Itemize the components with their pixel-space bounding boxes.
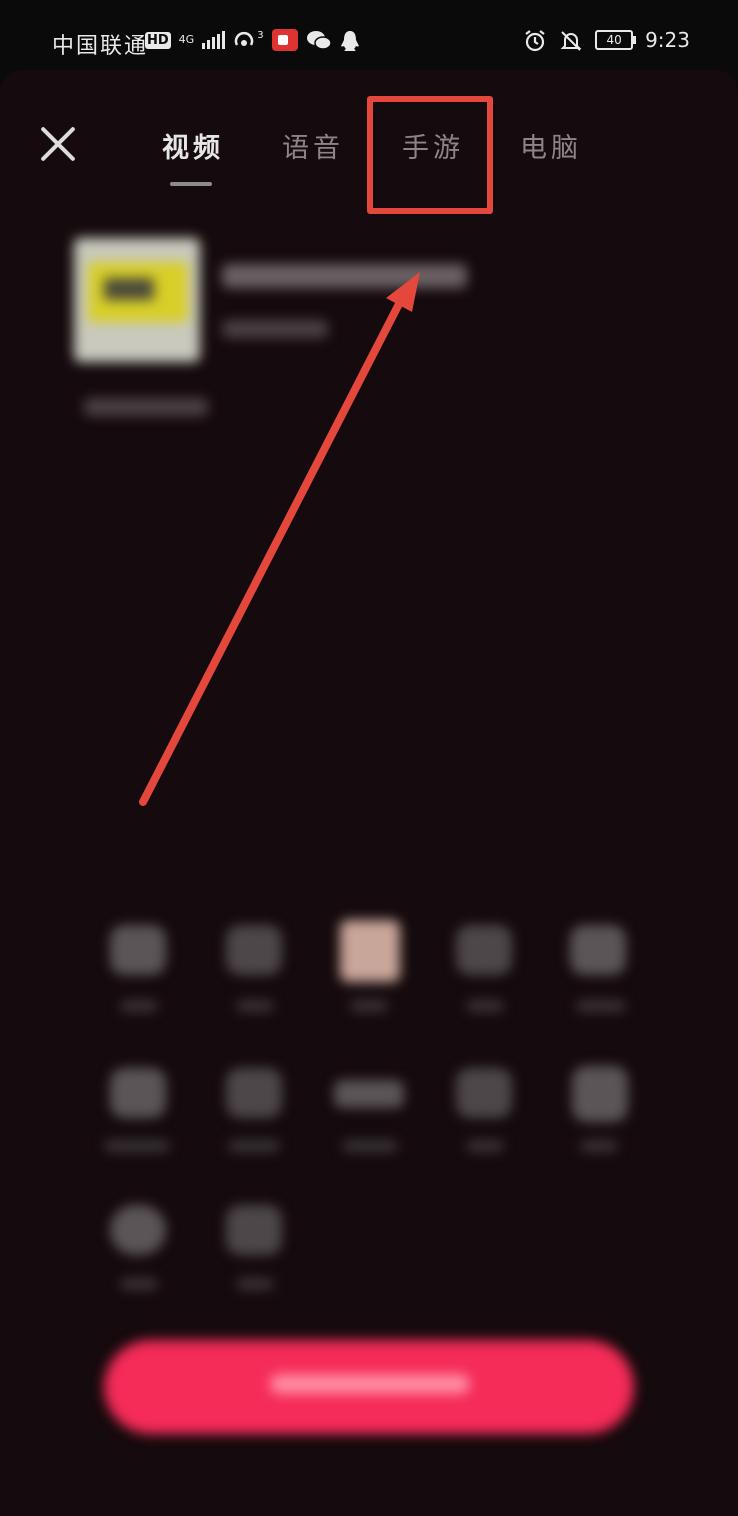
grid-item-1-icon[interactable] xyxy=(110,925,166,975)
hd-badge: HD xyxy=(145,31,171,49)
battery-indicator: 40 xyxy=(595,30,637,50)
wechat-icon xyxy=(306,29,332,51)
grid-item-10-icon[interactable] xyxy=(572,1066,628,1122)
status-icons-right: 40 9:23 xyxy=(523,28,690,52)
tab-video[interactable]: 视频 xyxy=(162,126,224,165)
tab-pc[interactable]: 电脑 xyxy=(520,126,582,165)
grid-item-2-icon[interactable] xyxy=(226,925,282,975)
grid-item-6-label xyxy=(104,1140,170,1152)
grid-item-7-label xyxy=(228,1140,280,1152)
grid-item-5-label xyxy=(576,1000,626,1012)
grid-item-8-label xyxy=(342,1140,398,1152)
grid-item-12-label xyxy=(236,1278,274,1290)
tab-voice[interactable]: 语音 xyxy=(282,126,344,165)
subtitle-placeholder xyxy=(222,320,328,338)
title-placeholder[interactable] xyxy=(222,264,467,288)
grid-item-1-label xyxy=(120,1000,158,1012)
grid-item-9-icon[interactable] xyxy=(456,1068,512,1118)
grid-item-11-label xyxy=(120,1278,158,1290)
grid-item-2-label xyxy=(236,1000,274,1012)
grid-item-5-icon[interactable] xyxy=(570,925,626,975)
grid-item-7-icon[interactable] xyxy=(226,1068,282,1118)
highlight-box xyxy=(367,96,493,214)
alarm-icon xyxy=(523,29,547,52)
grid-item-6-icon[interactable] xyxy=(110,1068,166,1118)
grid-item-10-label xyxy=(580,1140,618,1152)
qq-icon xyxy=(338,29,362,51)
grid-item-4-label xyxy=(466,1000,504,1012)
network-type: 4G xyxy=(178,33,195,46)
status-icons-left: HD 4G 3 xyxy=(145,29,362,51)
mute-bell-icon xyxy=(559,29,583,51)
signal-icon xyxy=(202,31,226,49)
grid-item-3-label xyxy=(350,1000,388,1012)
grid-item-11-icon[interactable] xyxy=(110,1205,166,1255)
grid-item-3-icon[interactable] xyxy=(340,920,400,982)
grid-item-9-label xyxy=(466,1140,504,1152)
start-live-button-label xyxy=(270,1374,470,1394)
screen-record-icon xyxy=(271,29,298,51)
hotspot-icon xyxy=(233,29,257,51)
carrier-name: 中国联通 xyxy=(52,34,149,59)
grid-item-12-icon[interactable] xyxy=(226,1205,282,1255)
location-placeholder[interactable] xyxy=(84,398,208,416)
grid-item-4-icon[interactable] xyxy=(456,925,512,975)
close-button[interactable] xyxy=(38,124,78,164)
cover-thumbnail[interactable] xyxy=(74,238,200,362)
grid-item-8-icon[interactable] xyxy=(334,1080,404,1108)
active-tab-indicator xyxy=(170,182,212,186)
clock: 9:23 xyxy=(645,28,690,52)
